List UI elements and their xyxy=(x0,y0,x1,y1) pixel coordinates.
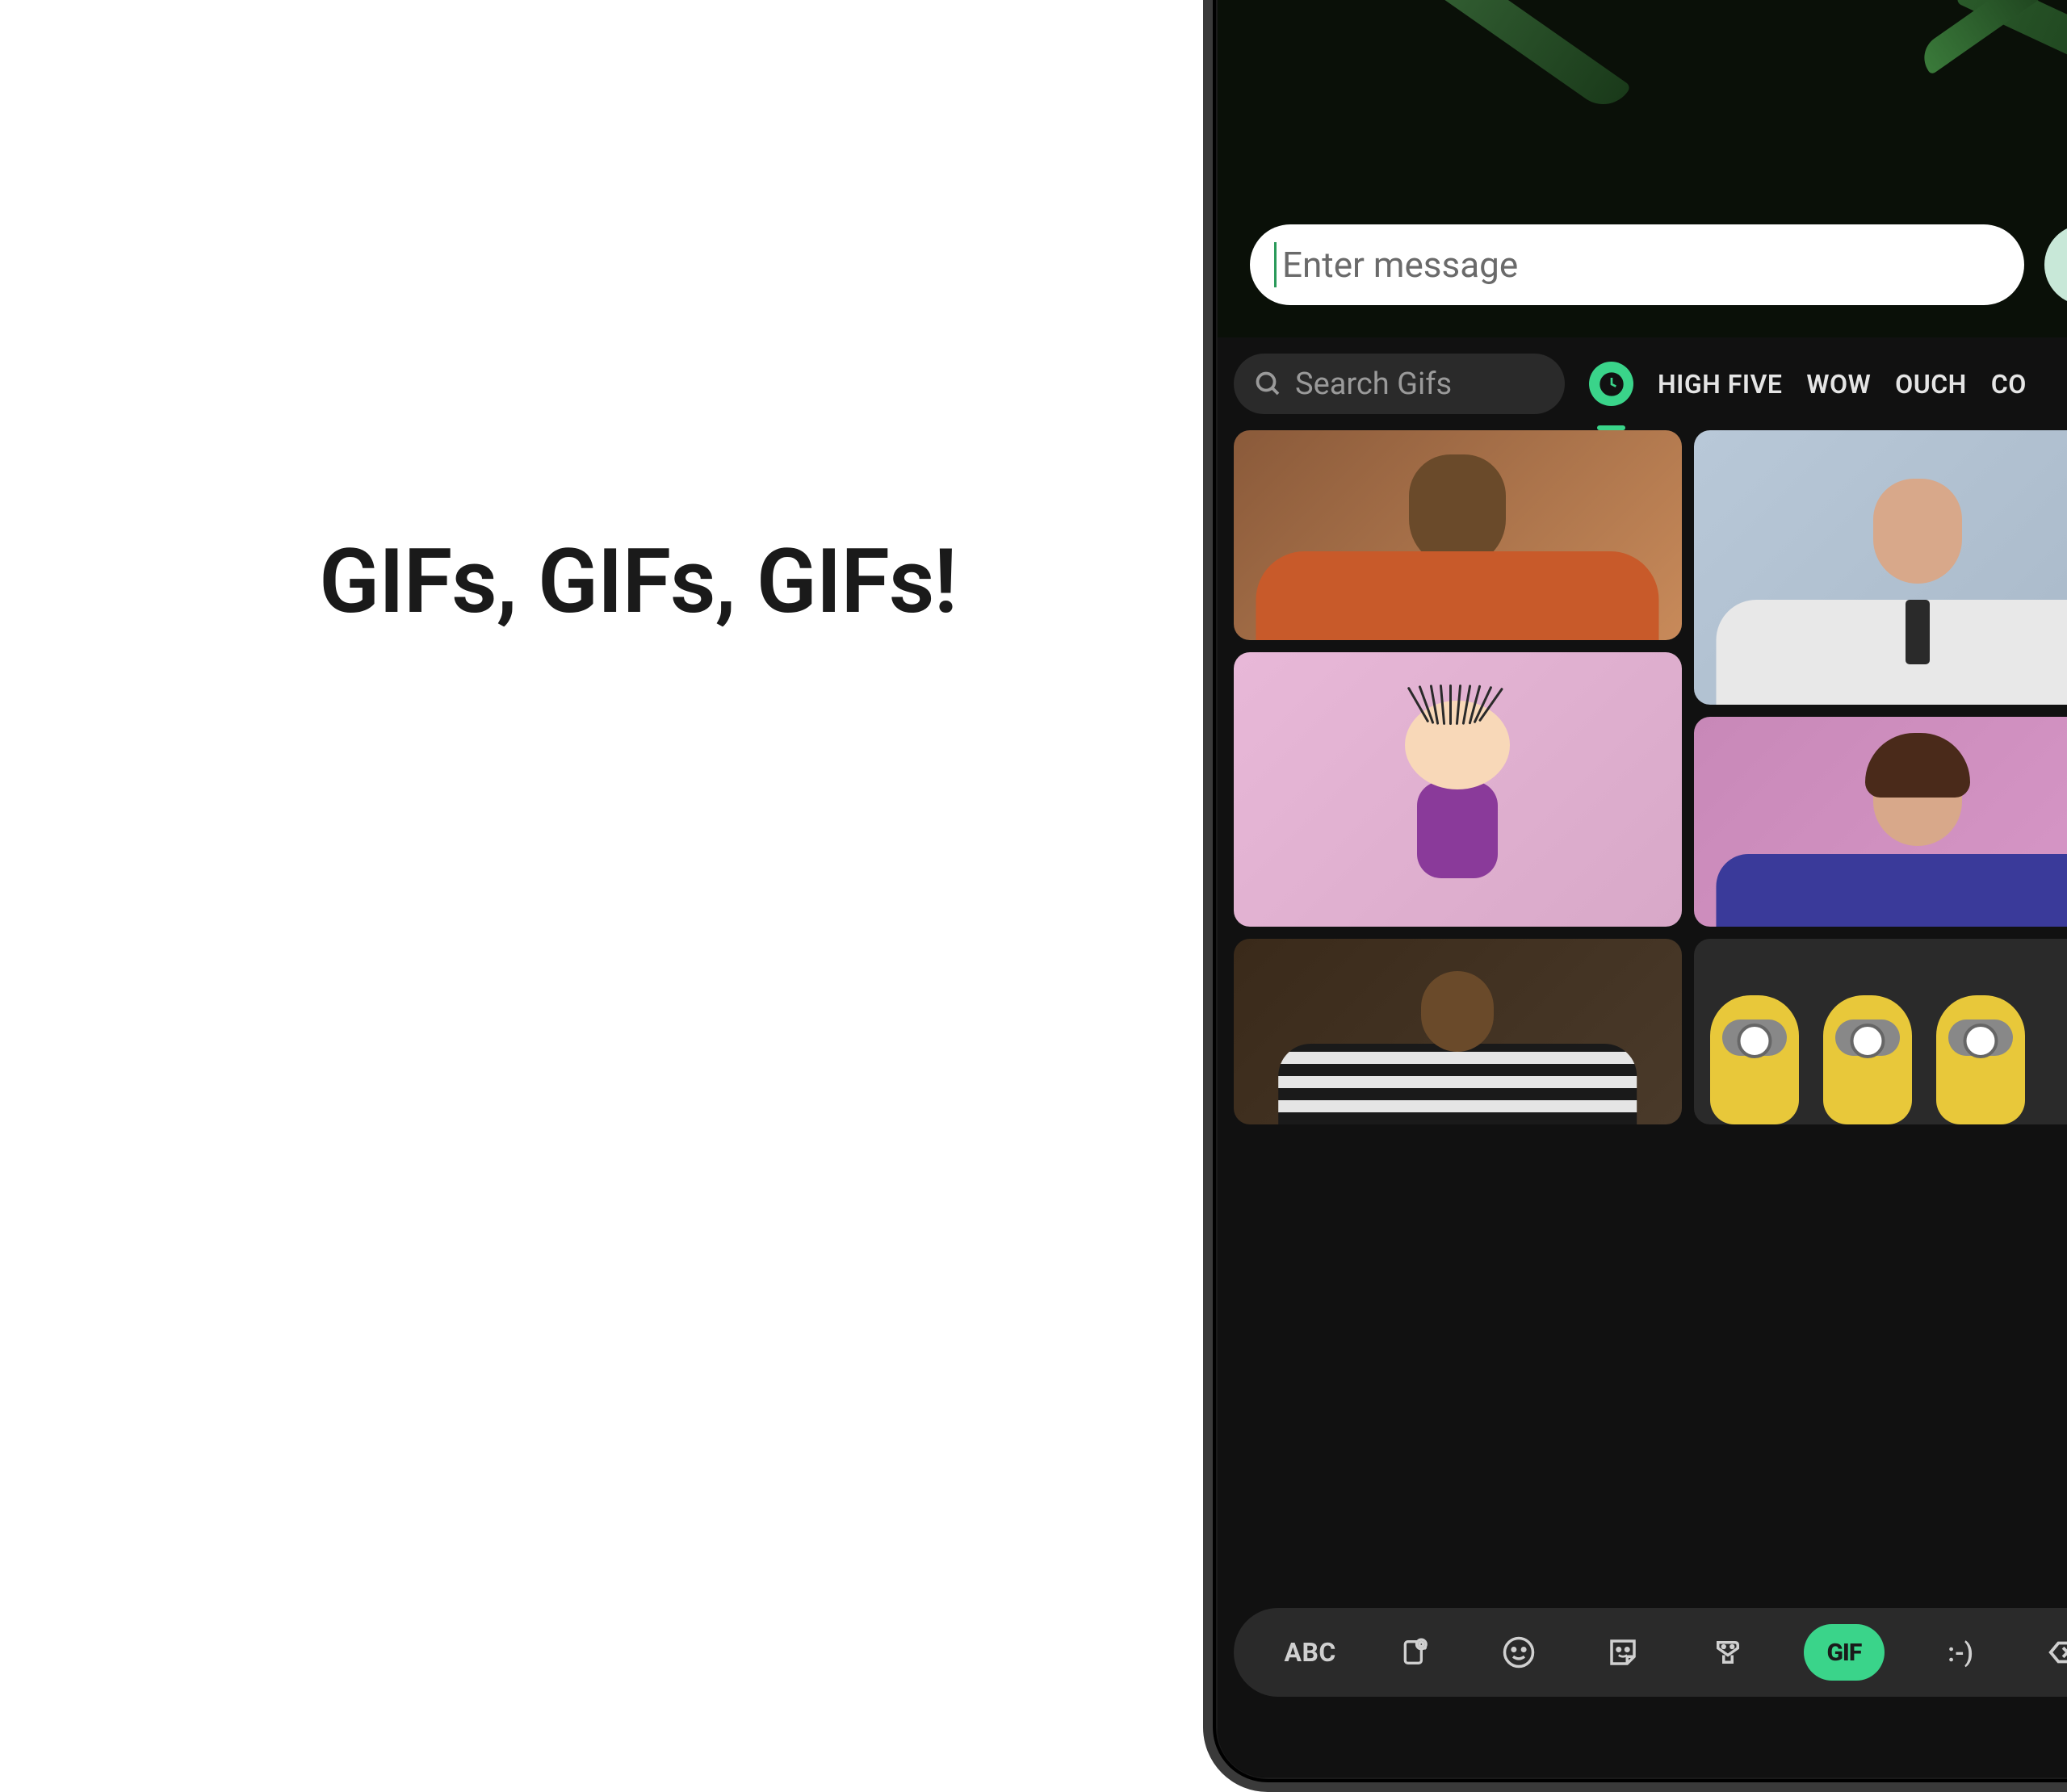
send-button[interactable] xyxy=(2044,224,2067,305)
gif-search-input[interactable]: Search Gifs xyxy=(1234,354,1565,414)
category-tab-high-five[interactable]: HIGH FIVE xyxy=(1658,369,1782,400)
emoji-icon xyxy=(1502,1635,1536,1669)
sticker-icon xyxy=(1606,1635,1640,1669)
gif-thumbnail[interactable] xyxy=(1694,430,2067,705)
gif-label: GIF xyxy=(1826,1639,1861,1667)
category-tab-ouch[interactable]: OUCH xyxy=(1895,369,1967,400)
sticker-button[interactable] xyxy=(1595,1624,1651,1681)
backspace-button[interactable] xyxy=(2036,1624,2067,1681)
category-tab-cool[interactable]: CO xyxy=(1991,369,2027,400)
gif-thumbnail[interactable] xyxy=(1234,430,1682,640)
message-input[interactable]: Enter message xyxy=(1250,224,2024,305)
clipboard-icon xyxy=(1398,1636,1431,1668)
clock-icon xyxy=(1599,371,1625,397)
backspace-icon xyxy=(2046,1634,2067,1671)
gif-thumbnail[interactable] xyxy=(1694,717,2067,927)
gif-keyboard: Search Gifs HIGH FIVE WOW OUCH CO xyxy=(1218,337,2067,1777)
keyboard-mode-bar: ABC xyxy=(1234,1608,2067,1697)
gif-thumbnail[interactable] xyxy=(1234,939,1682,1124)
search-icon xyxy=(1254,370,1283,399)
gif-thumbnail[interactable] xyxy=(1234,652,1682,927)
message-placeholder: Enter message xyxy=(1282,244,1518,286)
category-tab-wow[interactable]: WOW xyxy=(1806,369,1871,400)
gif-mode-button[interactable]: GIF xyxy=(1804,1624,1885,1681)
text-cursor xyxy=(1274,242,1277,287)
gif-search-row: Search Gifs HIGH FIVE WOW OUCH CO xyxy=(1218,337,2067,430)
emoji-kitchen-button[interactable] xyxy=(1700,1624,1756,1681)
message-compose-bar: Enter message xyxy=(1250,224,2067,305)
emoji-kitchen-icon xyxy=(1711,1635,1745,1669)
phone-screen: Enter message Search Gifs xyxy=(1218,0,2067,1777)
phone-frame: Enter message Search Gifs xyxy=(1203,0,2067,1792)
emoji-button[interactable] xyxy=(1491,1624,1547,1681)
clipboard-button[interactable] xyxy=(1386,1624,1443,1681)
abc-keyboard-button[interactable]: ABC xyxy=(1282,1624,1339,1681)
recent-tab[interactable] xyxy=(1589,362,1633,406)
gif-grid xyxy=(1218,430,2067,1124)
promo-panel: GIFs, GIFs, GIFs! xyxy=(0,530,1195,634)
gif-thumbnail[interactable] xyxy=(1694,939,2067,1124)
page-title: GIFs, GIFs, GIFs! xyxy=(319,530,957,634)
emoticon-button[interactable]: :-) xyxy=(1932,1624,1989,1681)
gif-search-placeholder: Search Gifs xyxy=(1295,366,1452,402)
